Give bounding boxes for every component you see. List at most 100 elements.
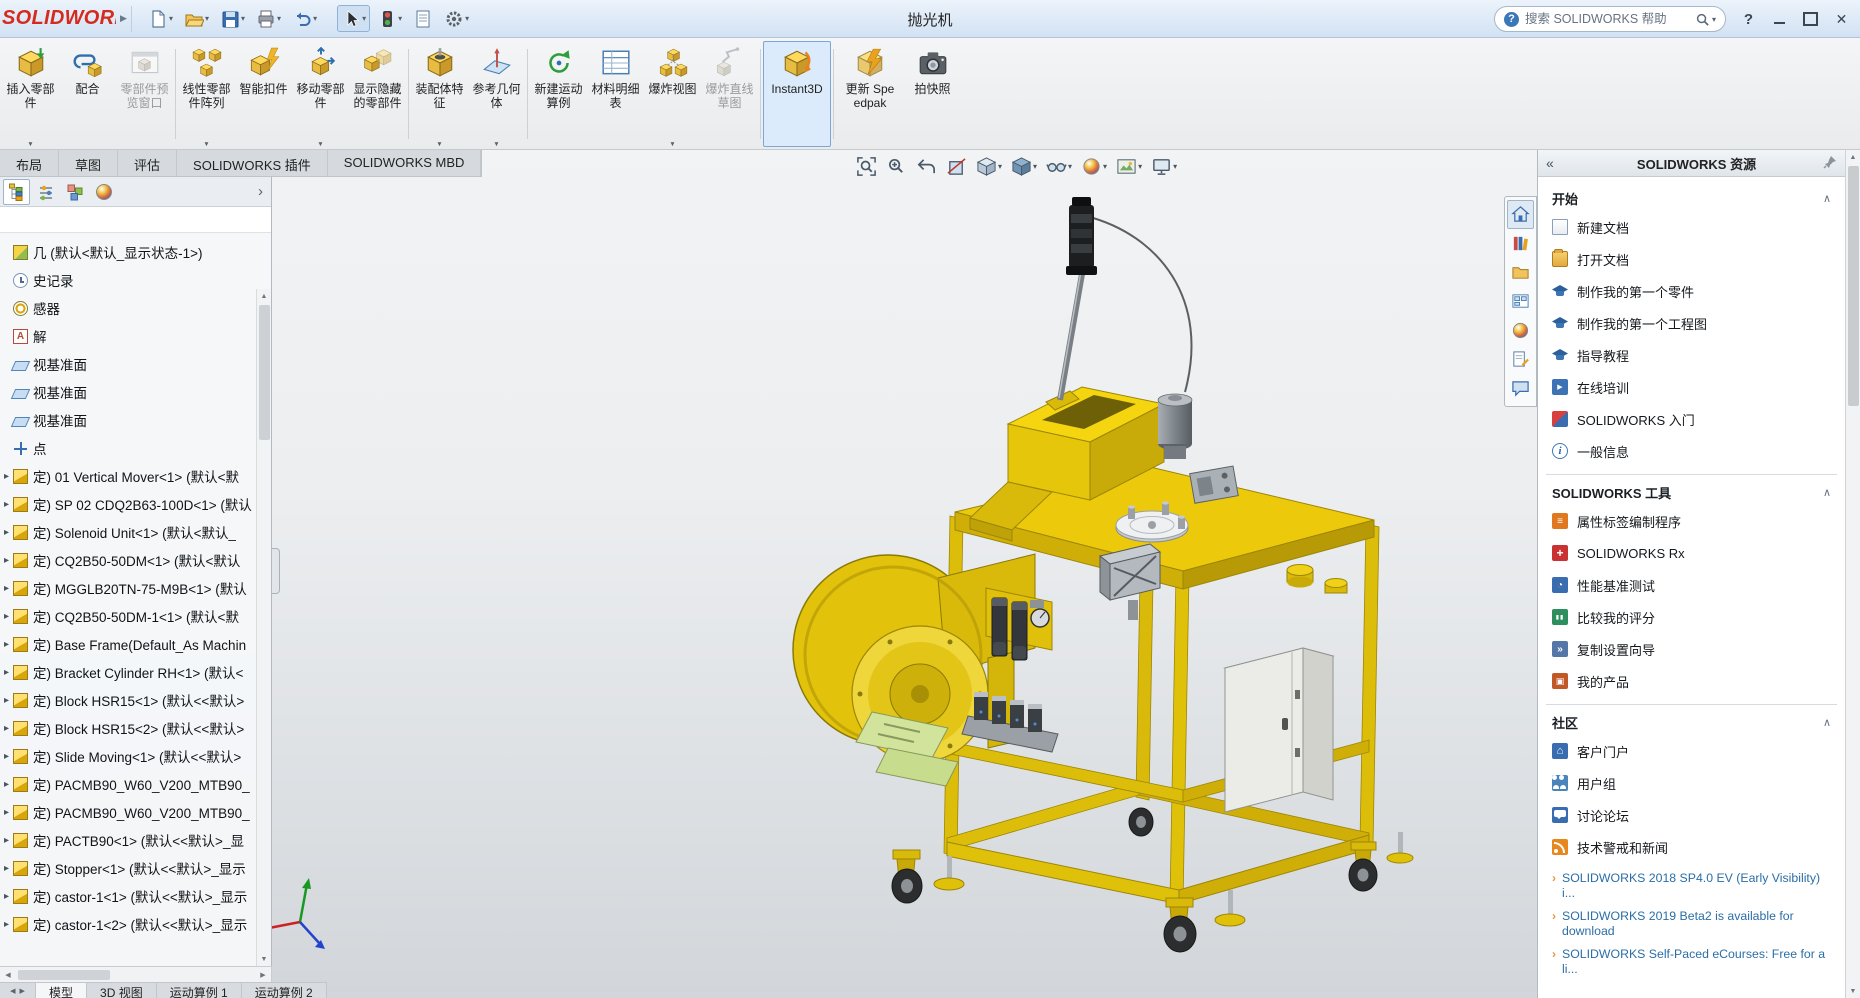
ribbon-button-assembly-features[interactable]: 装配体特征 (411, 41, 468, 147)
featuremanager-tab[interactable] (3, 179, 30, 205)
resources-tab[interactable] (1507, 200, 1534, 229)
help-search-box[interactable] (1494, 6, 1726, 32)
undo-button[interactable] (288, 5, 321, 32)
tree-item[interactable]: 解 (1, 322, 255, 350)
scrollbar-thumb[interactable] (18, 970, 110, 980)
expand-arrow-icon[interactable] (1, 723, 12, 734)
print-button[interactable] (252, 5, 285, 32)
tree-item[interactable]: 视基准面 (1, 378, 255, 406)
taskpane-item[interactable]: 一般信息 (1552, 435, 1831, 467)
taskpane-item[interactable]: 在线培训 (1552, 371, 1831, 403)
taskpane-item[interactable]: 讨论论坛 (1552, 799, 1831, 831)
news-link[interactable]: SOLIDWORKS Self-Paced eCourses: Free for… (1552, 947, 1831, 977)
scroll-right-icon[interactable] (255, 968, 271, 982)
ribbon-button-new-motion-study[interactable]: 新建运动算例 (530, 41, 587, 147)
taskpane-item[interactable]: 比较我的评分 (1552, 601, 1831, 633)
tree-scrollbar[interactable] (256, 289, 271, 966)
taskpane-item[interactable]: 我的产品 (1552, 665, 1831, 697)
taskpane-item[interactable]: 复制设置向导 (1552, 633, 1831, 665)
restore-button[interactable] (1796, 6, 1825, 33)
previous-view-icon[interactable] (916, 156, 937, 177)
tree-item[interactable]: 定) MGGLB20TN-75-M9B<1> (默认 (1, 574, 255, 602)
taskpane-item[interactable]: 制作我的第一个零件 (1552, 275, 1831, 307)
ribbon-button-update-speedpak[interactable]: 更新 Speedpak (836, 41, 904, 147)
tab-nav-right-icon[interactable] (20, 987, 25, 995)
taskpane-item[interactable]: SOLIDWORKS 入门 (1552, 403, 1831, 435)
view-orientation-icon[interactable] (976, 156, 1002, 177)
taskpane-item[interactable]: 用户组 (1552, 767, 1831, 799)
search-input[interactable] (1525, 12, 1689, 26)
expand-arrow-icon[interactable] (1, 891, 12, 902)
select-tool-button[interactable] (337, 5, 370, 32)
expand-arrow-icon[interactable] (1, 863, 12, 874)
ribbon-button-instant3d[interactable]: Instant3D (763, 41, 831, 147)
scroll-down-icon[interactable] (1846, 984, 1860, 998)
taskpane-item[interactable]: 指导教程 (1552, 339, 1831, 371)
task-pane-scrollbar[interactable] (1845, 150, 1860, 998)
expand-arrow-icon[interactable] (1, 639, 12, 650)
tree-item[interactable]: 定) PACMB90_W60_V200_MTB90_ (1, 798, 255, 826)
scrollbar-thumb[interactable] (259, 305, 270, 440)
tab-nav-left-icon[interactable] (10, 987, 15, 995)
display-style-icon[interactable] (1011, 156, 1037, 177)
custom-properties-tab[interactable] (1507, 345, 1534, 374)
apply-scene-icon[interactable] (1116, 156, 1142, 177)
expand-arrow-icon[interactable] (1, 807, 12, 818)
tab-mbd[interactable]: SOLIDWORKS MBD (328, 150, 482, 176)
tab-model[interactable]: 模型 (36, 983, 87, 998)
zoom-fit-icon[interactable] (856, 156, 877, 177)
taskpane-item[interactable]: 性能基准测试 (1552, 569, 1831, 601)
ribbon-button-insert-component[interactable]: 插入零部件 (2, 41, 59, 147)
tree-item[interactable]: 定) Slide Moving<1> (默认<<默认> (1, 742, 255, 770)
tab-motion-study-2[interactable]: 运动算例 2 (242, 983, 327, 998)
tree-item[interactable]: 定) 01 Vertical Mover<1> (默认<默 (1, 462, 255, 490)
hide-show-items-icon[interactable] (1046, 156, 1072, 177)
tab-nav-arrows[interactable] (0, 983, 36, 998)
horizontal-scrollbar[interactable] (0, 966, 272, 982)
collapse-section-icon[interactable] (1823, 486, 1831, 499)
panel-splitter-handle[interactable] (272, 548, 280, 594)
scroll-down-icon[interactable] (257, 952, 271, 966)
tree-item[interactable]: 定) Base Frame(Default_As Machin (1, 630, 255, 658)
tree-item[interactable]: 定) PACTB90<1> (默认<<默认>_显 (1, 826, 255, 854)
scrollbar-thumb[interactable] (1848, 166, 1859, 406)
configurationmanager-tab[interactable] (61, 179, 88, 205)
ribbon-button-show-hidden[interactable]: 显示隐藏的零部件 (349, 41, 406, 147)
tree-item[interactable]: 几 (默认<默认_显示状态-1>) (1, 238, 255, 266)
edit-appearance-icon[interactable] (1081, 156, 1107, 177)
tree-item[interactable]: 定) CQ2B50-50DM-1<1> (默认<默 (1, 602, 255, 630)
ribbon-button-smart-fasteners[interactable]: 智能扣件 (235, 41, 292, 147)
ribbon-button-linear-pattern[interactable]: 线性零部件阵列 (178, 41, 235, 147)
taskpane-item[interactable]: 新建文档 (1552, 211, 1831, 243)
view-palette-tab[interactable] (1507, 287, 1534, 316)
taskpane-item[interactable]: 客户门户 (1552, 735, 1831, 767)
tree-item[interactable]: 定) castor-1<1> (默认<<默认>_显示 (1, 882, 255, 910)
section-header-tools[interactable]: SOLIDWORKS 工具 (1552, 479, 1831, 505)
collapse-chevrons-icon[interactable] (1546, 155, 1570, 171)
displaymanager-tab[interactable] (90, 179, 117, 205)
search-icon[interactable] (1695, 12, 1716, 27)
tree-item[interactable]: 视基准面 (1, 406, 255, 434)
propertymanager-tab[interactable] (32, 179, 59, 205)
ribbon-button-exploded-view[interactable]: 爆炸视图 (644, 41, 701, 147)
ribbon-button-component-preview[interactable]: 零部件预览窗口 (116, 41, 173, 147)
tab-addins[interactable]: SOLIDWORKS 插件 (177, 150, 328, 176)
expand-arrow-icon[interactable] (1, 779, 12, 790)
file-explorer-tab[interactable] (1507, 258, 1534, 287)
tree-item[interactable]: 定) CQ2B50-50DM<1> (默认<默认 (1, 546, 255, 574)
expand-arrow-icon[interactable] (1, 695, 12, 706)
tree-item[interactable]: 定) Block HSR15<2> (默认<<默认> (1, 714, 255, 742)
panel-filter-row[interactable] (0, 207, 271, 233)
section-view-icon[interactable] (946, 156, 967, 177)
news-link[interactable]: SOLIDWORKS 2018 SP4.0 EV (Early Visibili… (1552, 871, 1831, 901)
expand-arrow-icon[interactable] (1, 919, 12, 930)
tree-item[interactable]: 定) castor-1<2> (默认<<默认>_显示 (1, 910, 255, 938)
tree-item[interactable]: 定) Block HSR15<1> (默认<<默认> (1, 686, 255, 714)
design-library-tab[interactable] (1507, 229, 1534, 258)
open-document-button[interactable] (180, 5, 213, 32)
save-button[interactable] (216, 5, 249, 32)
tab-evaluate[interactable]: 评估 (118, 150, 177, 176)
ribbon-button-explode-line-sketch[interactable]: 爆炸直线草图 (701, 41, 758, 147)
taskpane-item[interactable]: 技术警戒和新闻 (1552, 831, 1831, 863)
rebuild-button[interactable] (373, 5, 406, 32)
